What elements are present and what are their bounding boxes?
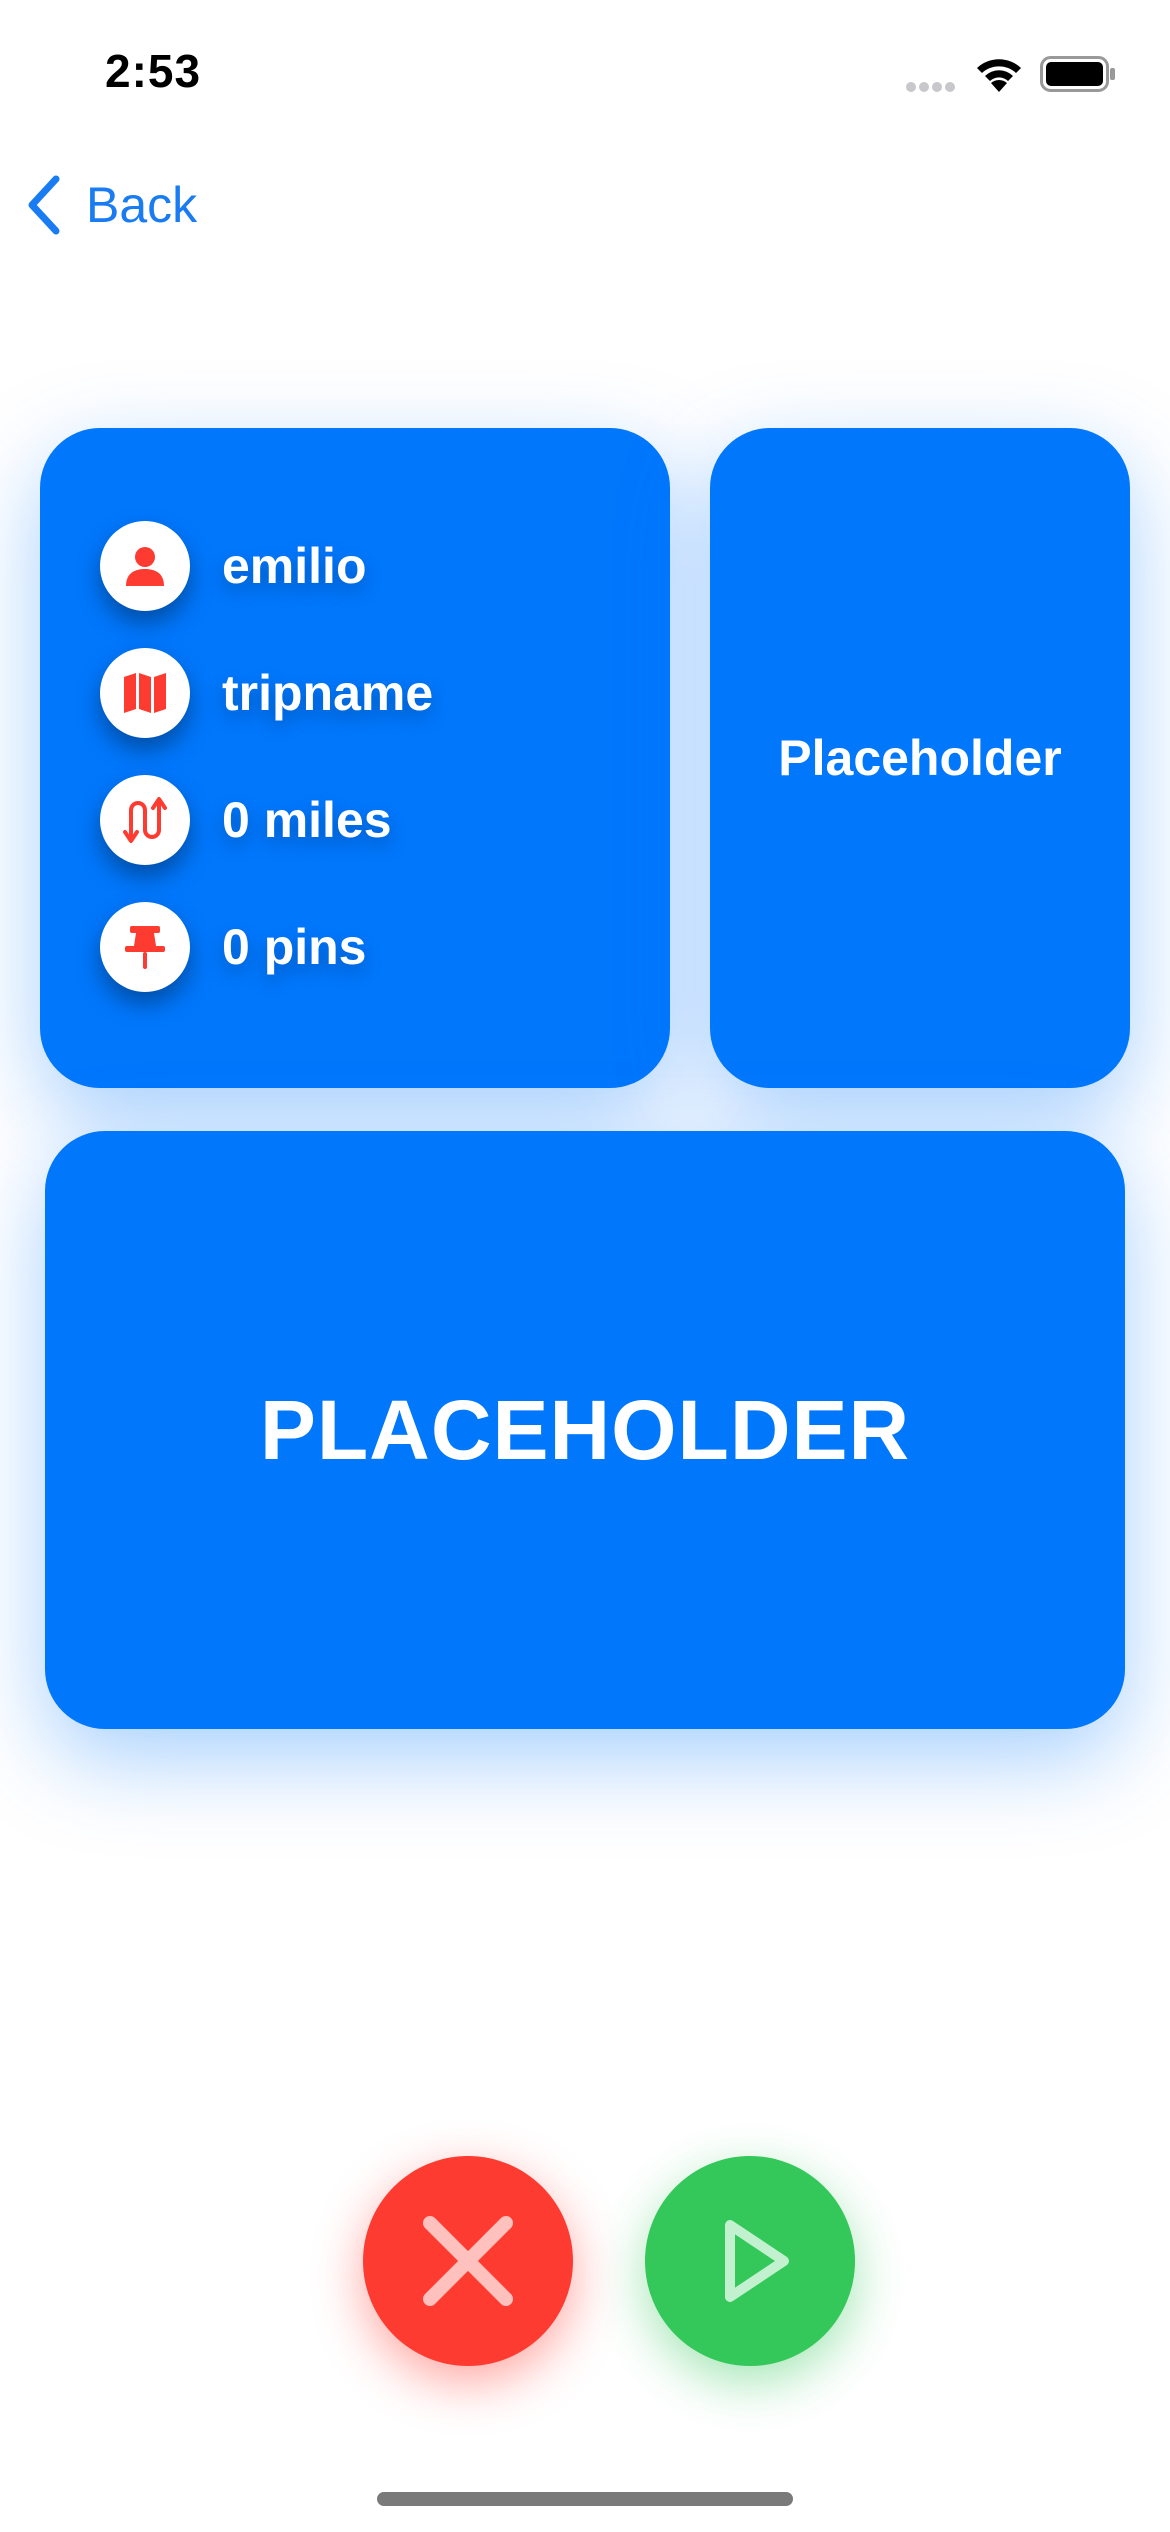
cellular-signal-icon: [906, 82, 955, 92]
trip-info-card: emilio tripname 0 miles 0 pins: [40, 428, 670, 1088]
play-icon: [725, 2220, 789, 2302]
info-row-pins: 0 pins: [100, 902, 366, 992]
back-label: Back: [86, 177, 198, 233]
trip-distance: 0 miles: [222, 792, 392, 848]
back-button[interactable]: Back: [24, 175, 197, 235]
placeholder-label: Placeholder: [778, 730, 1062, 786]
trip-badge: [100, 648, 190, 738]
wide-placeholder-label: PLACEHOLDER: [259, 1382, 911, 1477]
chevron-left-icon: [28, 175, 60, 235]
info-row-trip: tripname: [100, 648, 433, 738]
info-row-distance: 0 miles: [100, 775, 392, 865]
wide-placeholder-card: PLACEHOLDER: [45, 1131, 1125, 1729]
info-row-user: emilio: [100, 521, 366, 611]
pin-icon: [125, 926, 165, 969]
status-time: 2:53: [105, 45, 202, 97]
pin-count: 0 pins: [222, 919, 367, 975]
cancel-button[interactable]: [363, 2156, 573, 2366]
start-button[interactable]: [645, 2156, 855, 2366]
distance-badge: [100, 775, 190, 865]
route-icon: [123, 797, 167, 843]
user-badge: [100, 521, 190, 611]
user-name: emilio: [222, 538, 367, 594]
wifi-icon: [977, 59, 1021, 92]
home-indicator: [377, 2492, 793, 2506]
pins-badge: [100, 902, 190, 992]
status-bar: 2:53: [0, 0, 1170, 140]
placeholder-card: Placeholder: [710, 428, 1130, 1088]
map-icon: [124, 673, 166, 713]
person-icon: [126, 547, 164, 586]
battery-icon: [1040, 56, 1115, 92]
close-icon: [423, 2216, 513, 2306]
trip-name: tripname: [222, 665, 434, 721]
